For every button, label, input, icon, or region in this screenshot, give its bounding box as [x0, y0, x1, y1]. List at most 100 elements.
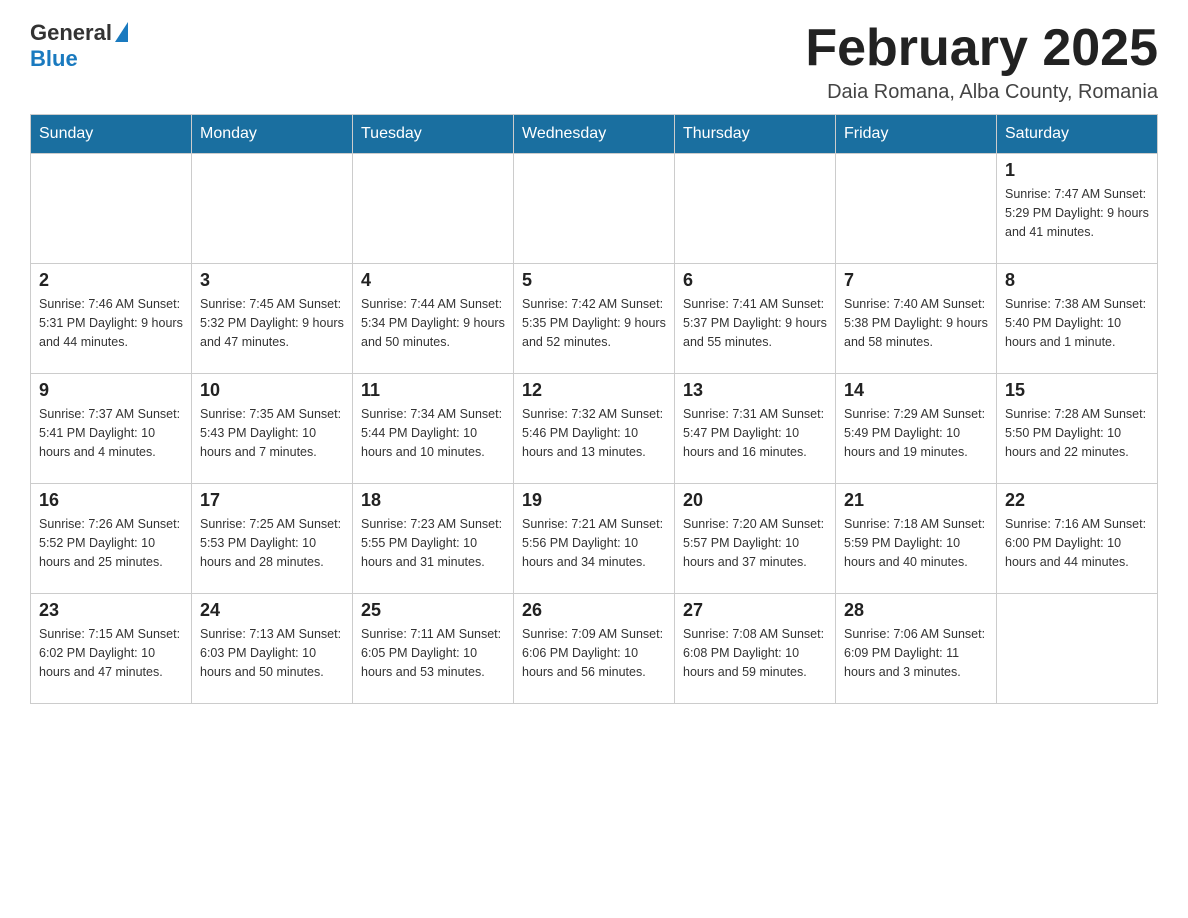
page-header: General Blue February 2025 Daia Romana, … [30, 20, 1158, 104]
day-of-week-header: Friday [836, 115, 997, 154]
day-info: Sunrise: 7:18 AM Sunset: 5:59 PM Dayligh… [844, 515, 988, 571]
calendar-cell: 17 Sunrise: 7:25 AM Sunset: 5:53 PM Dayli… [192, 484, 353, 594]
day-info: Sunrise: 7:20 AM Sunset: 5:57 PM Dayligh… [683, 515, 827, 571]
calendar-header-row: SundayMondayTuesdayWednesdayThursdayFrid… [31, 115, 1158, 154]
calendar-cell: 9 Sunrise: 7:37 AM Sunset: 5:41 PM Daylig… [31, 374, 192, 484]
day-number: 1 [1005, 160, 1149, 181]
day-info: Sunrise: 7:25 AM Sunset: 5:53 PM Dayligh… [200, 515, 344, 571]
day-number: 4 [361, 270, 505, 291]
calendar-cell: 22 Sunrise: 7:16 AM Sunset: 6:00 PM Dayli… [997, 484, 1158, 594]
location-subtitle: Daia Romana, Alba County, Romania [805, 81, 1158, 104]
calendar-cell: 28 Sunrise: 7:06 AM Sunset: 6:09 PM Dayli… [836, 594, 997, 704]
day-of-week-header: Saturday [997, 115, 1158, 154]
day-of-week-header: Tuesday [353, 115, 514, 154]
day-number: 7 [844, 270, 988, 291]
day-info: Sunrise: 7:26 AM Sunset: 5:52 PM Dayligh… [39, 515, 183, 571]
calendar-cell: 23 Sunrise: 7:15 AM Sunset: 6:02 PM Dayli… [31, 594, 192, 704]
day-of-week-header: Monday [192, 115, 353, 154]
day-info: Sunrise: 7:11 AM Sunset: 6:05 PM Dayligh… [361, 625, 505, 681]
calendar-week-row: 2Sunrise: 7:46 AM Sunset: 5:31 PM Daylig… [31, 264, 1158, 374]
day-number: 26 [522, 600, 666, 621]
calendar-cell: 4Sunrise: 7:44 AM Sunset: 5:34 PM Daylig… [353, 264, 514, 374]
day-number: 17 [200, 490, 344, 511]
day-number: 16 [39, 490, 183, 511]
day-number: 27 [683, 600, 827, 621]
title-section: February 2025 Daia Romana, Alba County, … [805, 20, 1158, 104]
calendar-week-row: 23 Sunrise: 7:15 AM Sunset: 6:02 PM Dayli… [31, 594, 1158, 704]
day-info: Sunrise: 7:40 AM Sunset: 5:38 PM Dayligh… [844, 295, 988, 351]
day-number: 20 [683, 490, 827, 511]
day-number: 25 [361, 600, 505, 621]
calendar-cell: 24 Sunrise: 7:13 AM Sunset: 6:03 PM Dayli… [192, 594, 353, 704]
logo-triangle-icon [115, 22, 128, 42]
month-title: February 2025 [805, 20, 1158, 77]
day-of-week-header: Thursday [675, 115, 836, 154]
calendar-week-row: 16 Sunrise: 7:26 AM Sunset: 5:52 PM Dayli… [31, 484, 1158, 594]
calendar-week-row: 9 Sunrise: 7:37 AM Sunset: 5:41 PM Daylig… [31, 374, 1158, 484]
day-info: Sunrise: 7:08 AM Sunset: 6:08 PM Dayligh… [683, 625, 827, 681]
calendar-week-row: 1 Sunrise: 7:47 AM Sunset: 5:29 PM Daylig… [31, 154, 1158, 264]
calendar-cell: 15Sunrise: 7:28 AM Sunset: 5:50 PM Dayli… [997, 374, 1158, 484]
logo-general-text: General [30, 20, 112, 46]
day-info: Sunrise: 7:09 AM Sunset: 6:06 PM Dayligh… [522, 625, 666, 681]
calendar-cell: 20 Sunrise: 7:20 AM Sunset: 5:57 PM Dayli… [675, 484, 836, 594]
day-number: 10 [200, 380, 344, 401]
day-info: Sunrise: 7:47 AM Sunset: 5:29 PM Dayligh… [1005, 185, 1149, 241]
day-number: 21 [844, 490, 988, 511]
calendar-cell [997, 594, 1158, 704]
calendar-cell: 7 Sunrise: 7:40 AM Sunset: 5:38 PM Daylig… [836, 264, 997, 374]
calendar-cell: 14 Sunrise: 7:29 AM Sunset: 5:49 PM Dayli… [836, 374, 997, 484]
calendar-cell: 19 Sunrise: 7:21 AM Sunset: 5:56 PM Dayli… [514, 484, 675, 594]
day-info: Sunrise: 7:35 AM Sunset: 5:43 PM Dayligh… [200, 405, 344, 461]
day-info: Sunrise: 7:16 AM Sunset: 6:00 PM Dayligh… [1005, 515, 1149, 571]
day-number: 14 [844, 380, 988, 401]
calendar-cell [353, 154, 514, 264]
day-number: 28 [844, 600, 988, 621]
day-number: 19 [522, 490, 666, 511]
calendar-cell: 5 Sunrise: 7:42 AM Sunset: 5:35 PM Daylig… [514, 264, 675, 374]
day-info: Sunrise: 7:21 AM Sunset: 5:56 PM Dayligh… [522, 515, 666, 571]
calendar-cell [192, 154, 353, 264]
calendar-cell [31, 154, 192, 264]
day-of-week-header: Sunday [31, 115, 192, 154]
calendar-cell: 18Sunrise: 7:23 AM Sunset: 5:55 PM Dayli… [353, 484, 514, 594]
day-number: 22 [1005, 490, 1149, 511]
calendar-table: SundayMondayTuesdayWednesdayThursdayFrid… [30, 114, 1158, 704]
day-number: 24 [200, 600, 344, 621]
calendar-cell [514, 154, 675, 264]
day-info: Sunrise: 7:37 AM Sunset: 5:41 PM Dayligh… [39, 405, 183, 461]
day-number: 23 [39, 600, 183, 621]
calendar-cell: 25 Sunrise: 7:11 AM Sunset: 6:05 PM Dayli… [353, 594, 514, 704]
day-number: 8 [1005, 270, 1149, 291]
calendar-cell: 8 Sunrise: 7:38 AM Sunset: 5:40 PM Daylig… [997, 264, 1158, 374]
day-info: Sunrise: 7:06 AM Sunset: 6:09 PM Dayligh… [844, 625, 988, 681]
day-info: Sunrise: 7:42 AM Sunset: 5:35 PM Dayligh… [522, 295, 666, 351]
calendar-cell [836, 154, 997, 264]
calendar-cell: 1 Sunrise: 7:47 AM Sunset: 5:29 PM Daylig… [997, 154, 1158, 264]
calendar-cell: 2Sunrise: 7:46 AM Sunset: 5:31 PM Daylig… [31, 264, 192, 374]
logo: General Blue [30, 20, 128, 72]
calendar-cell: 13Sunrise: 7:31 AM Sunset: 5:47 PM Dayli… [675, 374, 836, 484]
day-number: 5 [522, 270, 666, 291]
day-number: 9 [39, 380, 183, 401]
day-info: Sunrise: 7:32 AM Sunset: 5:46 PM Dayligh… [522, 405, 666, 461]
calendar-cell: 12 Sunrise: 7:32 AM Sunset: 5:46 PM Dayli… [514, 374, 675, 484]
day-number: 6 [683, 270, 827, 291]
calendar-cell: 6Sunrise: 7:41 AM Sunset: 5:37 PM Daylig… [675, 264, 836, 374]
day-number: 3 [200, 270, 344, 291]
day-number: 2 [39, 270, 183, 291]
day-info: Sunrise: 7:34 AM Sunset: 5:44 PM Dayligh… [361, 405, 505, 461]
day-number: 18 [361, 490, 505, 511]
calendar-cell: 26 Sunrise: 7:09 AM Sunset: 6:06 PM Dayli… [514, 594, 675, 704]
day-info: Sunrise: 7:31 AM Sunset: 5:47 PM Dayligh… [683, 405, 827, 461]
calendar-cell: 27 Sunrise: 7:08 AM Sunset: 6:08 PM Dayli… [675, 594, 836, 704]
calendar-cell: 11Sunrise: 7:34 AM Sunset: 5:44 PM Dayli… [353, 374, 514, 484]
logo-blue-text: Blue [30, 46, 78, 71]
day-number: 15 [1005, 380, 1149, 401]
day-info: Sunrise: 7:38 AM Sunset: 5:40 PM Dayligh… [1005, 295, 1149, 351]
day-number: 12 [522, 380, 666, 401]
day-info: Sunrise: 7:15 AM Sunset: 6:02 PM Dayligh… [39, 625, 183, 681]
day-info: Sunrise: 7:29 AM Sunset: 5:49 PM Dayligh… [844, 405, 988, 461]
day-info: Sunrise: 7:13 AM Sunset: 6:03 PM Dayligh… [200, 625, 344, 681]
calendar-cell: 16 Sunrise: 7:26 AM Sunset: 5:52 PM Dayli… [31, 484, 192, 594]
